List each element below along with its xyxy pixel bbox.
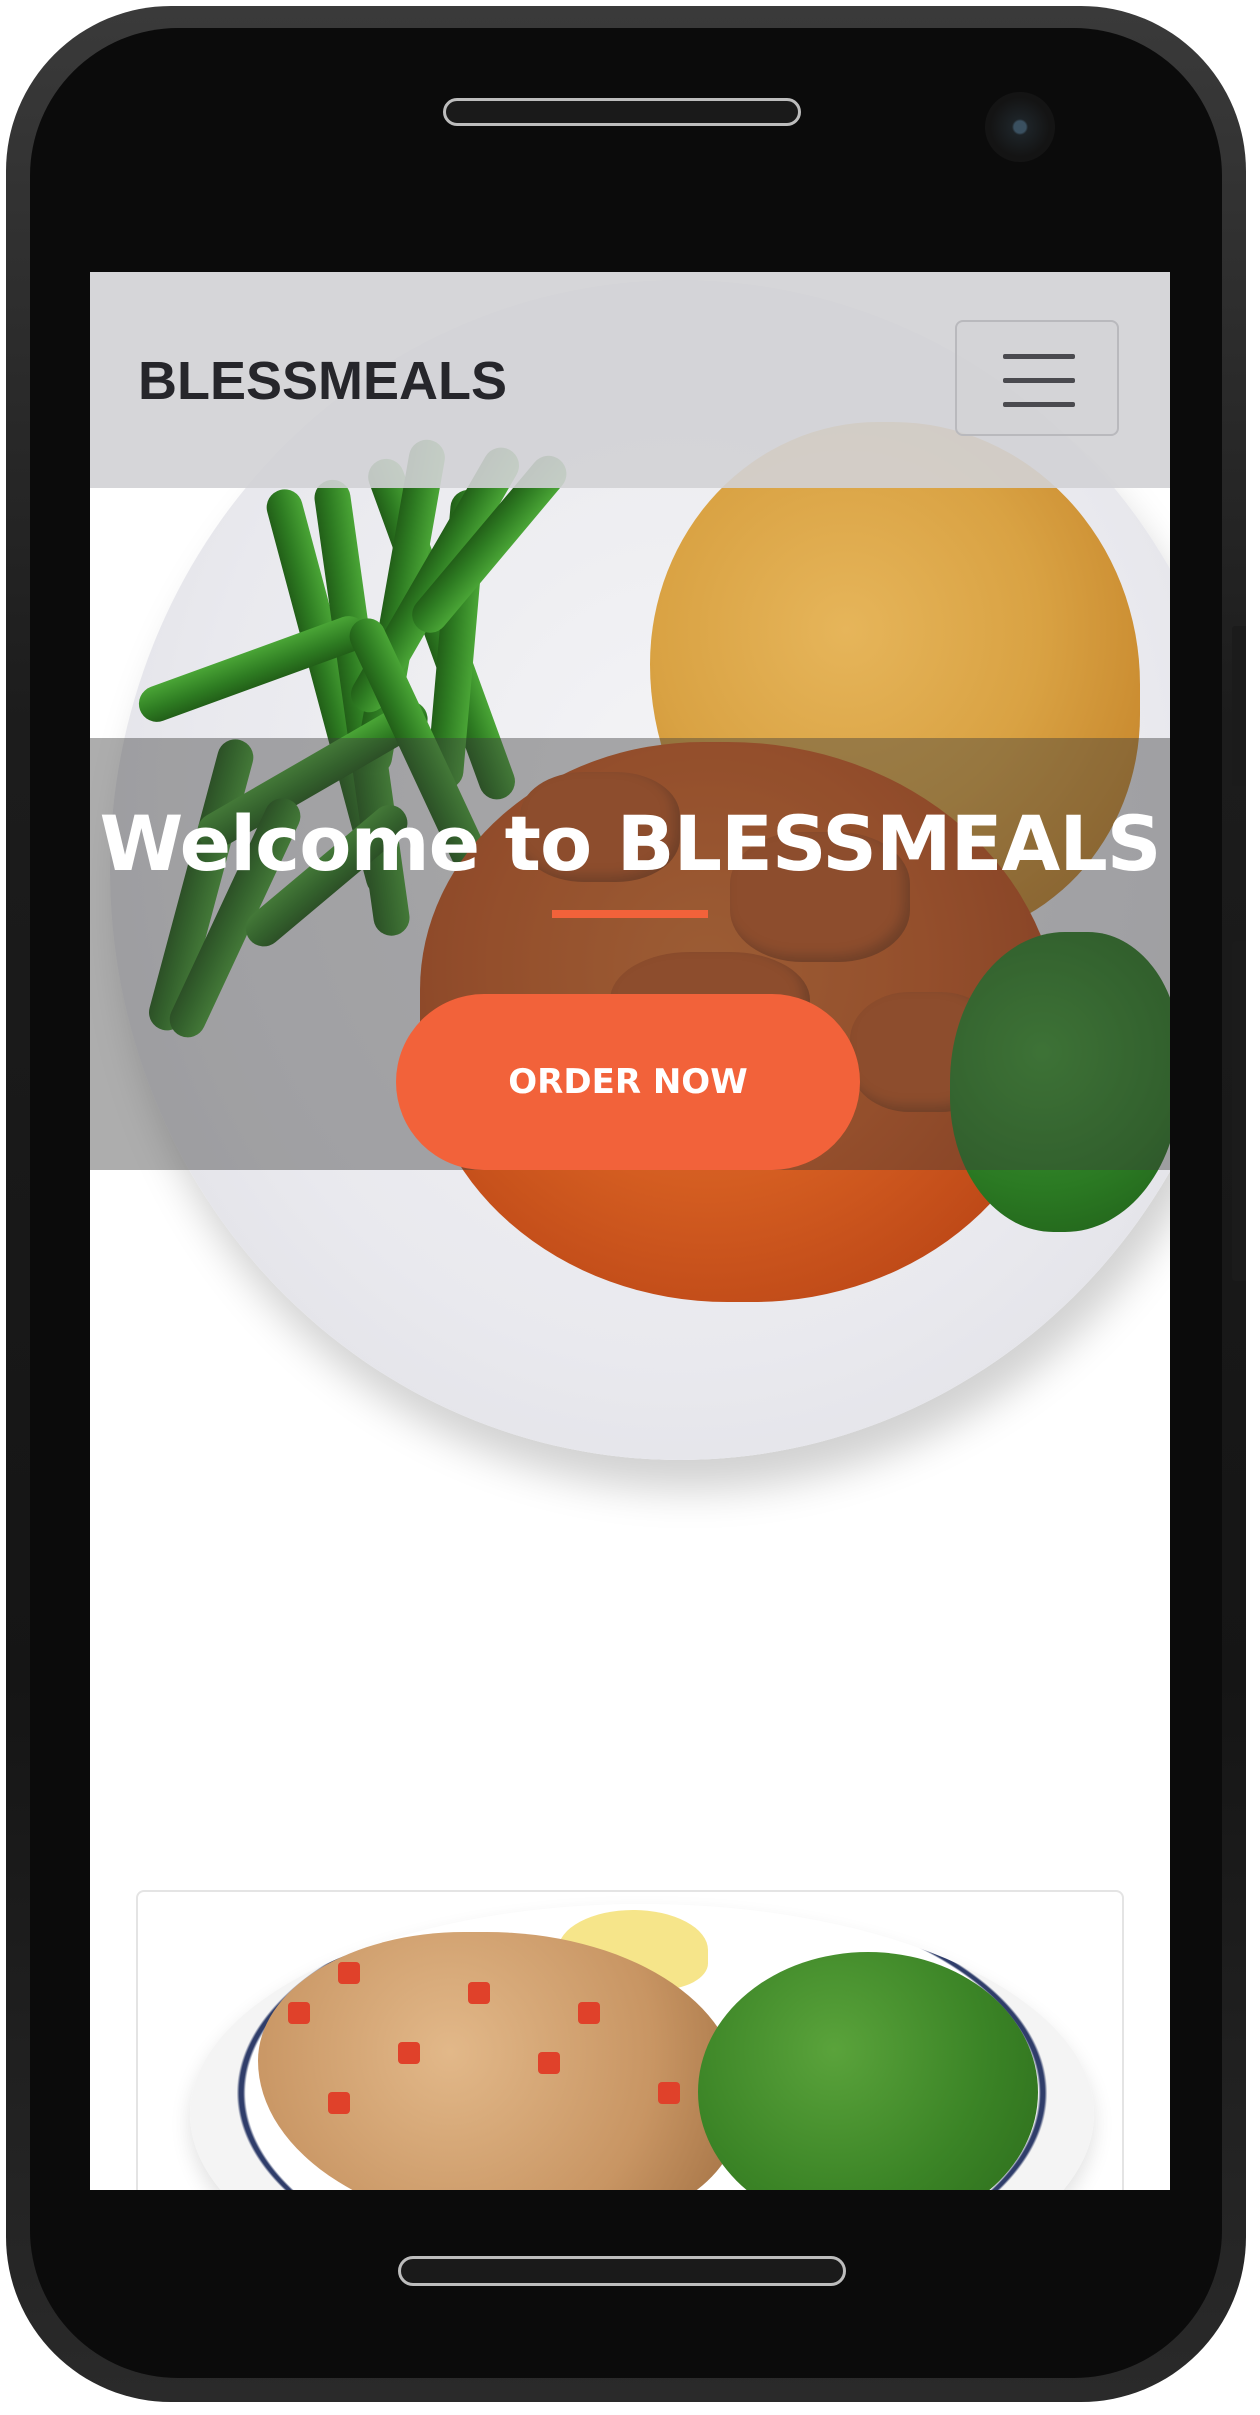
menu-card[interactable] bbox=[136, 1890, 1124, 2190]
volume-button bbox=[1232, 626, 1246, 786]
hero-title: Welcome to BLESSMEALS bbox=[99, 798, 1161, 888]
front-camera bbox=[985, 92, 1055, 162]
earpiece-speaker bbox=[443, 98, 801, 126]
order-now-button[interactable]: ORDER NOW bbox=[396, 994, 860, 1170]
hero-divider bbox=[552, 910, 708, 918]
brand-logo[interactable]: BLESSMEALS bbox=[138, 350, 507, 412]
bottom-speaker bbox=[398, 2256, 846, 2286]
top-navbar: BLESSMEALS bbox=[90, 272, 1170, 488]
hero-caption: Welcome to BLESSMEALS ORDER NOW bbox=[90, 738, 1170, 1170]
browser-viewport: BLESSMEALS Welcome to BLESSMEALS ORDER N… bbox=[90, 272, 1170, 2190]
power-button bbox=[1232, 941, 1246, 1281]
navbar-toggle-button[interactable] bbox=[955, 320, 1119, 436]
